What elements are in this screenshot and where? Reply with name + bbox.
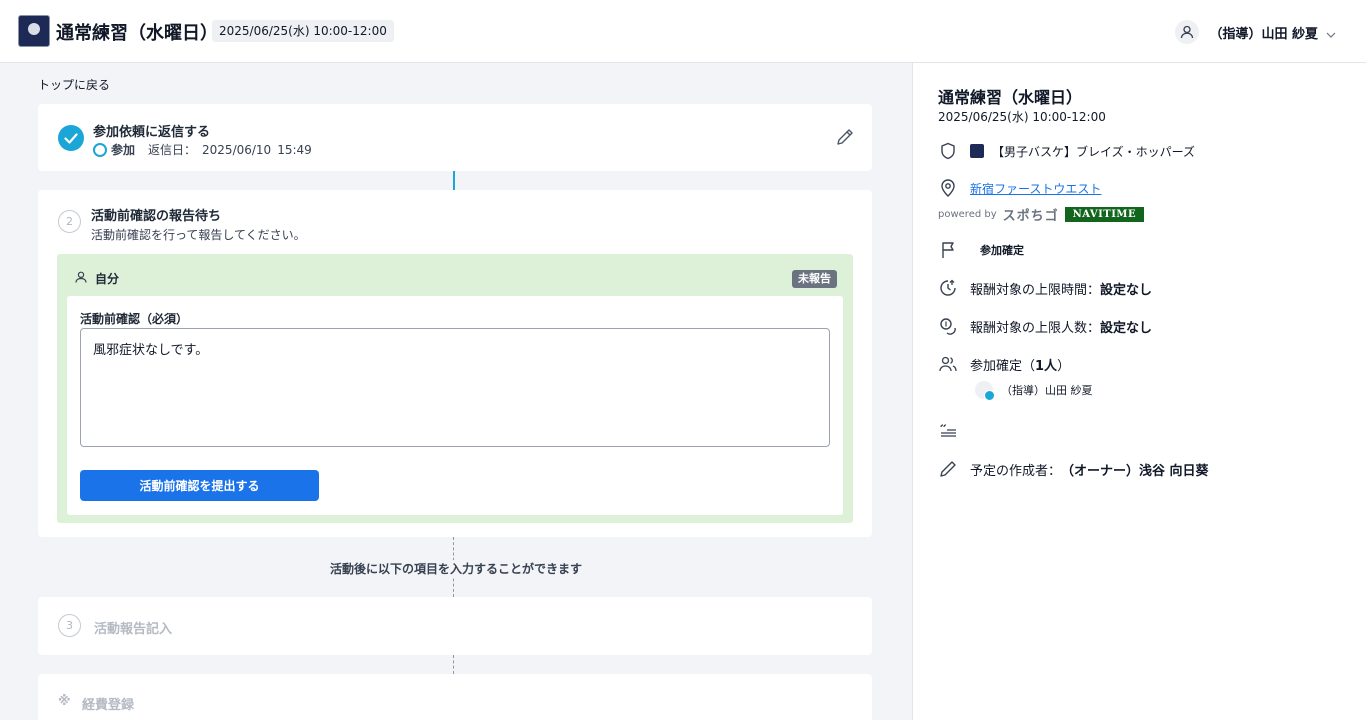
navitime-logo: NAVITIME bbox=[1064, 207, 1145, 222]
step-number: 3 bbox=[58, 614, 81, 637]
event-status: 参加確定 bbox=[980, 244, 1024, 257]
creator-label: 予定の作成者： bbox=[970, 463, 1062, 479]
creator-row: 予定の作成者： （オーナー）浅谷 向日葵 bbox=[938, 459, 1209, 479]
team-name: 【男子バスケ】ブレイズ・ホッパーズ bbox=[992, 144, 1196, 159]
back-to-top-link[interactable]: トップに戻る bbox=[38, 76, 110, 93]
confirmed-close: ） bbox=[1057, 358, 1071, 374]
quote-list-icon bbox=[938, 421, 958, 441]
event-title: 通常練習（水曜日） bbox=[938, 88, 1083, 107]
venue-row: 新宿ファーストウエスト bbox=[938, 178, 1101, 198]
venue-link[interactable]: 新宿ファーストウエスト bbox=[970, 180, 1101, 197]
limit-time-row: 報酬対象の上限時間： 設定なし bbox=[938, 278, 1152, 298]
main-content: トップに戻る 参加依頼に返信する 参加 返信日： 2025/06/10 15:4… bbox=[0, 63, 912, 720]
confirmed-label: 参加確定（ bbox=[970, 358, 1036, 374]
self-report-panel: 自分 未報告 活動前確認（必須） 風邪症状なしです。 活動前確認を提出する bbox=[57, 254, 853, 523]
chevron-down-icon bbox=[1326, 23, 1336, 42]
step-report-card: 3 活動報告記入 bbox=[38, 597, 872, 655]
powered-by-label: powered by bbox=[938, 209, 997, 220]
team-row: 【男子バスケ】ブレイズ・ホッパーズ bbox=[938, 141, 1195, 161]
event-date: 2025/06/25(水) 10:00-12:00 bbox=[938, 110, 1106, 124]
reply-date-label: 返信日： bbox=[148, 143, 197, 157]
shield-icon bbox=[938, 141, 958, 161]
pencil-icon bbox=[938, 459, 958, 479]
user-icon bbox=[1175, 20, 1200, 44]
limit-people-value: 設定なし bbox=[1100, 320, 1153, 336]
self-label-row: 自分 bbox=[75, 270, 119, 287]
reply-status: 参加 返信日： 2025/06/10 15:49 bbox=[93, 141, 312, 158]
team-logo-small bbox=[970, 144, 984, 158]
limit-people-row: 報酬対象の上限人数： 設定なし bbox=[938, 316, 1152, 336]
member-name: （指導）山田 紗夏 bbox=[1001, 384, 1093, 397]
clock-up-icon bbox=[938, 278, 958, 298]
self-label: 自分 bbox=[95, 272, 120, 286]
attend-ring-icon bbox=[93, 142, 107, 157]
flag-icon bbox=[938, 240, 958, 260]
user-name: （指導）山田 紗夏 bbox=[1209, 26, 1318, 42]
step-expense-card: ※ 経費登録 bbox=[38, 674, 872, 720]
event-date-badge: 2025/06/25(水) 10:00-12:00 bbox=[212, 20, 394, 42]
reference-mark: ※ bbox=[58, 694, 71, 709]
page-title: 通常練習（水曜日） bbox=[56, 23, 218, 44]
step-connector bbox=[453, 171, 455, 190]
check-icon bbox=[58, 125, 84, 151]
people-icon bbox=[938, 354, 958, 374]
confirmed-row: 参加確定（ 1人 ） bbox=[938, 354, 1070, 374]
precheck-form: 活動前確認（必須） 風邪症状なしです。 活動前確認を提出する bbox=[67, 296, 843, 515]
event-detail-panel: 通常練習（水曜日） 2025/06/25(水) 10:00-12:00 【男子バ… bbox=[912, 63, 1366, 720]
step-subtitle: 活動前確認を行って報告してください。 bbox=[91, 228, 306, 242]
member-avatar bbox=[975, 381, 995, 401]
step-reply-card: 参加依頼に返信する 参加 返信日： 2025/06/10 15:49 bbox=[38, 104, 872, 171]
creator-name: （オーナー）浅谷 向日葵 bbox=[1061, 463, 1209, 479]
attend-status: 参加 bbox=[111, 143, 136, 157]
person-icon bbox=[75, 271, 95, 286]
team-logo[interactable] bbox=[18, 15, 50, 47]
confirmed-count: 1人 bbox=[1035, 358, 1058, 374]
reply-date: 2025/06/10 bbox=[202, 142, 272, 157]
pencil-icon[interactable] bbox=[836, 128, 854, 150]
limit-time-value: 設定なし bbox=[1100, 282, 1153, 298]
step-title: 活動報告記入 bbox=[94, 622, 173, 637]
step-title: 参加依頼に返信する bbox=[93, 125, 211, 140]
status-badge: 未報告 bbox=[792, 270, 837, 288]
after-activity-note: 活動後に以下の項目を入力することができます bbox=[0, 560, 912, 577]
spogo-logo: スポちゴ bbox=[1002, 209, 1059, 224]
after-activity-note-text: 活動後に以下の項目を入力することができます bbox=[325, 560, 586, 577]
user-menu[interactable]: （指導）山田 紗夏 bbox=[1175, 20, 1336, 44]
step-title: 活動前確認の報告待ち bbox=[91, 209, 222, 224]
step-number: 2 bbox=[58, 210, 81, 233]
limit-time-label: 報酬対象の上限時間： bbox=[970, 282, 1101, 298]
precheck-textarea[interactable]: 風邪症状なしです。 bbox=[80, 328, 830, 447]
step-precheck-card: 2 活動前確認の報告待ち 活動前確認を行って報告してください。 自分 未報告 活… bbox=[38, 190, 872, 537]
memo-row bbox=[938, 421, 970, 441]
coins-icon bbox=[938, 316, 958, 336]
location-pin-icon bbox=[938, 178, 958, 198]
app-header: 通常練習（水曜日） 2025/06/25(水) 10:00-12:00 （指導）… bbox=[0, 0, 1366, 63]
submit-precheck-button[interactable]: 活動前確認を提出する bbox=[80, 470, 319, 501]
precheck-field-label: 活動前確認（必須） bbox=[80, 312, 189, 326]
status-row: 参加確定 bbox=[938, 240, 1024, 260]
step-title: 経費登録 bbox=[82, 698, 135, 713]
limit-people-label: 報酬対象の上限人数： bbox=[970, 320, 1101, 336]
member-item[interactable]: （指導）山田 紗夏 bbox=[975, 381, 1093, 401]
reply-time: 15:49 bbox=[277, 142, 312, 157]
step-connector-dashed bbox=[453, 655, 454, 674]
powered-by: powered by スポちゴ NAVITIME bbox=[938, 205, 1145, 224]
